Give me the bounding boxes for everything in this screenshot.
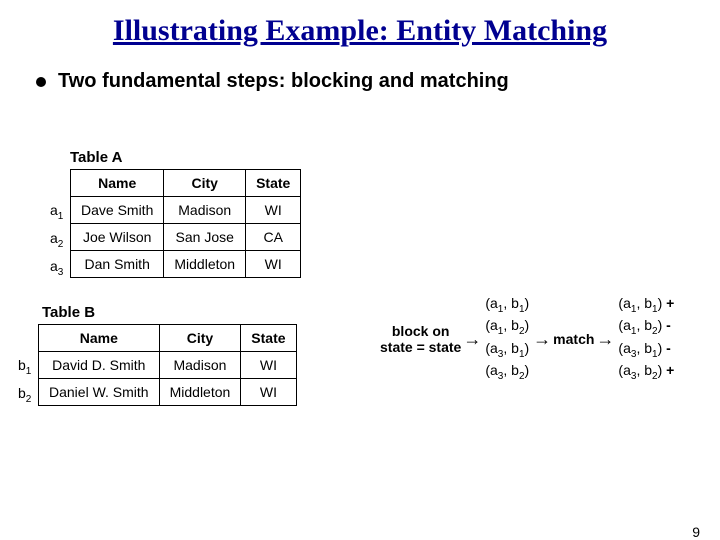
table-header-row: Name City State <box>39 325 297 352</box>
arrow-right-icon: → <box>596 330 614 348</box>
pair: (a3, b1) <box>485 339 529 361</box>
table-header-row: Name City State <box>71 170 301 197</box>
col-name: Name <box>71 170 164 197</box>
table-a-label: Table A <box>70 149 123 166</box>
col-state: State <box>246 170 301 197</box>
table-row: Daniel W. Smith Middleton WI <box>39 379 297 406</box>
row-id-a1: a1 <box>50 202 63 222</box>
arrow-right-icon: → <box>463 330 481 348</box>
table-row: Dan Smith Middleton WI <box>71 251 301 278</box>
table-b-label: Table B <box>42 304 95 321</box>
col-state: State <box>241 325 296 352</box>
pair: (a1, b1) + <box>618 294 674 316</box>
row-id-b1: b1 <box>18 357 31 377</box>
pair: (a1, b1) <box>485 294 529 316</box>
block-label: block on state = state <box>380 323 461 355</box>
row-id-a2: a2 <box>50 230 63 250</box>
candidate-pairs: (a1, b1) (a1, b2) (a3, b1) (a3, b2) <box>485 294 529 383</box>
table-b: Name City State David D. Smith Madison W… <box>38 324 297 406</box>
slide-title: Illustrating Example: Entity Matching <box>0 14 720 48</box>
table-row: David D. Smith Madison WI <box>39 352 297 379</box>
table-row: Dave Smith Madison WI <box>71 197 301 224</box>
col-name: Name <box>39 325 160 352</box>
pair: (a3, b2) <box>485 361 529 383</box>
slide: Illustrating Example: Entity Matching Tw… <box>0 14 720 540</box>
flow-diagram: block on state = state → (a1, b1) (a1, b… <box>380 294 676 383</box>
table-row: Joe Wilson San Jose CA <box>71 224 301 251</box>
pair: (a3, b2) + <box>618 361 674 383</box>
row-id-a3: a3 <box>50 258 63 278</box>
table-a: Name City State Dave Smith Madison WI Jo… <box>70 169 301 278</box>
pair: (a1, b2) - <box>618 316 674 338</box>
col-city: City <box>164 170 246 197</box>
match-label: match <box>553 331 594 347</box>
row-id-b2: b2 <box>18 385 31 405</box>
col-city: City <box>159 325 241 352</box>
bullet-dot-icon <box>36 77 46 87</box>
bullet-text: Two fundamental steps: blocking and matc… <box>58 70 509 93</box>
bullet-row: Two fundamental steps: blocking and matc… <box>36 70 720 93</box>
pair: (a3, b1) - <box>618 339 674 361</box>
arrow-right-icon: → <box>533 330 551 348</box>
page-number: 9 <box>692 524 700 540</box>
pair: (a1, b2) <box>485 316 529 338</box>
result-pairs: (a1, b1) + (a1, b2) - (a3, b1) - (a3, b2… <box>618 294 674 383</box>
